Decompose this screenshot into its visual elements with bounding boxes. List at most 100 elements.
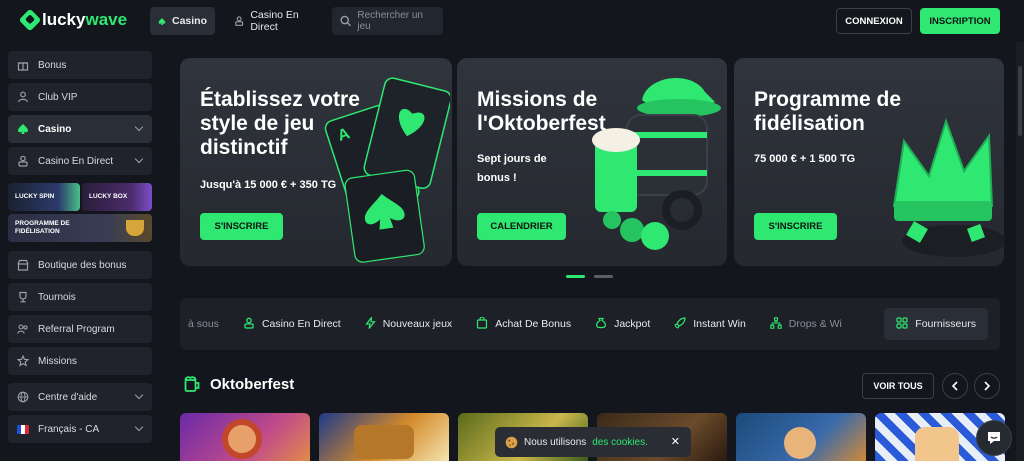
sidebar-item-label: Bonus (38, 59, 67, 71)
banner-cta-button[interactable]: CALENDRIER (477, 213, 566, 240)
sidebar-item-help[interactable]: Centre d'aide (8, 383, 152, 411)
scrollbar-thumb[interactable] (1018, 66, 1022, 136)
sidebar-item-live-casino[interactable]: Casino En Direct (8, 147, 152, 175)
search-icon (340, 15, 351, 27)
category-label: à sous (188, 318, 219, 330)
sidebar-item-tournaments[interactable]: Tournois (8, 283, 152, 311)
sidebar-item-bonus[interactable]: Bonus (8, 51, 152, 79)
promo-fidelity-label: PROGRAMME DE FIDÉLISATION (15, 220, 70, 235)
category-new-games[interactable]: Nouveaux jeux (353, 308, 464, 340)
category-drops-wins[interactable]: Drops & Wi (758, 308, 854, 340)
spade-icon (17, 123, 29, 135)
category-jackpot[interactable]: Jackpot (583, 308, 662, 340)
star-icon (17, 355, 29, 367)
view-all-button[interactable]: VOIR TOUS (862, 373, 934, 399)
rocket-icon (674, 316, 686, 332)
slider-dot[interactable] (594, 275, 613, 278)
section-header: Oktoberfest (184, 375, 294, 393)
game-artwork (354, 425, 414, 459)
category-providers[interactable]: Fournisseurs (884, 308, 988, 340)
banner-slider: A Établissez votre style de jeu distinct… (180, 58, 1004, 266)
scrollbar[interactable] (1016, 42, 1024, 461)
category-instant-win[interactable]: Instant Win (662, 308, 758, 340)
game-tile[interactable] (736, 413, 866, 461)
sidebar-item-label: Club VIP (38, 91, 78, 103)
nav-casino[interactable]: Casino (150, 7, 215, 35)
banner-card[interactable]: Missions de l'Oktoberfest Sept jours de … (457, 58, 727, 266)
prev-button[interactable] (942, 373, 968, 399)
promo-fidelity[interactable]: PROGRAMME DE FIDÉLISATION (8, 214, 152, 242)
banner-subtitle: Jusqu'à 15 000 € + 350 TG (200, 179, 337, 191)
game-tile[interactable] (180, 413, 310, 461)
game-artwork (784, 427, 816, 459)
top-bar: lucky wave Casino Casino En Direct Recher… (0, 0, 1024, 42)
sidebar-item-label: Missions (38, 355, 77, 367)
nav-live-label: Casino En Direct (250, 9, 299, 33)
section-title: Oktoberfest (210, 375, 295, 393)
sidebar-item-casino[interactable]: Casino (8, 115, 152, 143)
chat-button[interactable] (976, 420, 1012, 456)
logo-text-part2: wave (85, 10, 128, 29)
banner-cta-button[interactable]: S'INSCRIRE (754, 213, 837, 240)
game-tile[interactable] (319, 413, 449, 461)
slider-dot[interactable] (566, 275, 585, 278)
banner-title: Établissez votre style de jeu distinctif (200, 88, 360, 159)
category-slots[interactable]: à sous (180, 308, 231, 340)
chevron-down-icon (134, 154, 144, 164)
chevron-down-icon (134, 390, 144, 400)
banner-cta-button[interactable]: S'INSCRIRE (200, 213, 283, 240)
sidebar-item-vip[interactable]: Club VIP (8, 83, 152, 111)
game-artwork (222, 419, 262, 459)
sidebar-item-referral[interactable]: Referral Program (8, 315, 152, 343)
sidebar-item-label: Casino (38, 123, 72, 135)
next-button[interactable] (974, 373, 1000, 399)
category-label: Jackpot (614, 318, 651, 330)
banner-card[interactable]: Programme de fidélisation 75 000 € + 1 5… (734, 58, 1004, 266)
dealer-icon (243, 317, 255, 332)
login-button[interactable]: CONNEXION (836, 8, 912, 34)
category-label: Casino En Direct (261, 318, 341, 330)
sidebar-item-bonus-shop[interactable]: Boutique des bonus (8, 251, 152, 279)
dealer-icon (235, 16, 244, 26)
cart-icon (476, 315, 488, 332)
slider-pagination (566, 275, 613, 278)
users-icon (17, 323, 29, 335)
category-bonus-buy[interactable]: Achat De Bonus (464, 308, 583, 340)
banner-card[interactable]: A Établissez votre style de jeu distinct… (180, 58, 452, 266)
sidebar-item-label: Tournois (38, 291, 76, 303)
search-input[interactable]: Rechercher un jeu (332, 7, 443, 35)
banner-title: Programme de fidélisation (754, 88, 902, 135)
close-icon[interactable]: ✕ (671, 435, 680, 448)
cookie-icon (505, 436, 518, 448)
category-live-casino[interactable]: Casino En Direct (231, 308, 353, 340)
sidebar-item-label: Centre d'aide (38, 391, 98, 403)
promo-lucky-box[interactable]: LUCKY BOX (82, 183, 152, 211)
bolt-icon (365, 314, 376, 332)
language-label: Français - CA (38, 423, 100, 435)
category-label: Achat De Bonus (495, 318, 572, 330)
category-label: Nouveaux jeux (382, 318, 453, 330)
nav-live-casino[interactable]: Casino En Direct (226, 7, 326, 35)
user-icon (17, 91, 29, 103)
language-selector[interactable]: Français - CA (8, 415, 152, 443)
network-icon (770, 316, 782, 332)
register-button[interactable]: INSCRIPTION (920, 8, 1000, 34)
logo-text-part1: lucky (42, 10, 86, 29)
cookie-text: Nous utilisons (524, 436, 587, 448)
beer-mug-icon (184, 376, 200, 392)
category-label: Drops & Wi (788, 318, 842, 330)
banner-subtitle: 75 000 € + 1 500 TG (754, 153, 856, 165)
promo-lucky-spin[interactable]: LUCKY SPIN (8, 183, 80, 211)
sidebar: Bonus Club VIP Casino Casino En Direct L… (0, 42, 160, 461)
sidebar-item-missions[interactable]: Missions (8, 347, 152, 375)
dealer-icon (17, 155, 29, 167)
category-label: Fournisseurs (915, 318, 976, 330)
chevron-down-icon (134, 122, 144, 132)
grid-icon (896, 316, 908, 332)
cookie-link[interactable]: des cookies. (592, 437, 648, 448)
category-bar: à sous Casino En Direct Nouveaux jeux Ac… (180, 298, 1000, 350)
logo[interactable]: lucky wave (18, 8, 128, 32)
spade-icon (158, 17, 166, 25)
game-artwork (915, 427, 959, 461)
sidebar-item-label: Boutique des bonus (38, 259, 127, 271)
